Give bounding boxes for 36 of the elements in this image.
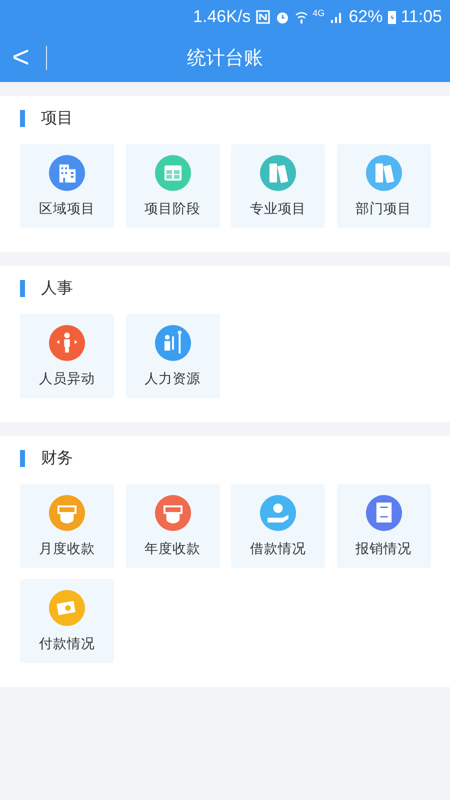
menu-tile[interactable]: 年度收款 [126,484,220,568]
menu-tile[interactable]: 人力资源 [126,314,220,398]
menu-tile[interactable]: 报销情况 [336,484,430,568]
cash-icon [48,589,86,627]
clock: 11:05 [400,7,442,27]
wifi-icon [294,10,308,24]
section-title: 人事 [41,278,73,298]
binders-icon [259,154,297,192]
section-marker [20,280,25,296]
network-type: 4G [312,8,325,18]
person-icon [48,324,86,362]
menu-tile[interactable]: 人员异动 [20,314,114,398]
menu-tile[interactable]: 付款情况 [20,579,114,663]
menu-tile[interactable]: 专业项目 [231,144,325,228]
menu-tile[interactable]: 项目阶段 [126,144,220,228]
section-marker [20,450,25,466]
nfc-icon [256,10,270,24]
section-marker [20,110,25,126]
money-hand-icon [259,494,297,532]
menu-tile[interactable]: 借款情况 [231,484,325,568]
section-title: 财务 [41,448,73,468]
battery-icon [388,10,396,24]
alarm-icon [274,10,290,24]
page-title: 统计台账 [187,46,263,71]
binders-icon [364,154,402,192]
section-title: 项目 [41,108,73,128]
calendar-icon [154,154,192,192]
building-icon [48,154,86,192]
receipt-icon [364,494,402,532]
people-icon [154,324,192,362]
network-speed: 1.46K/s [193,7,251,27]
menu-tile[interactable]: 月度收款 [20,484,114,568]
signal-icon [330,10,344,24]
battery-percent: 62% [348,7,383,27]
menu-tile[interactable]: 区域项目 [20,144,114,228]
menu-tile[interactable]: 部门项目 [336,144,430,228]
